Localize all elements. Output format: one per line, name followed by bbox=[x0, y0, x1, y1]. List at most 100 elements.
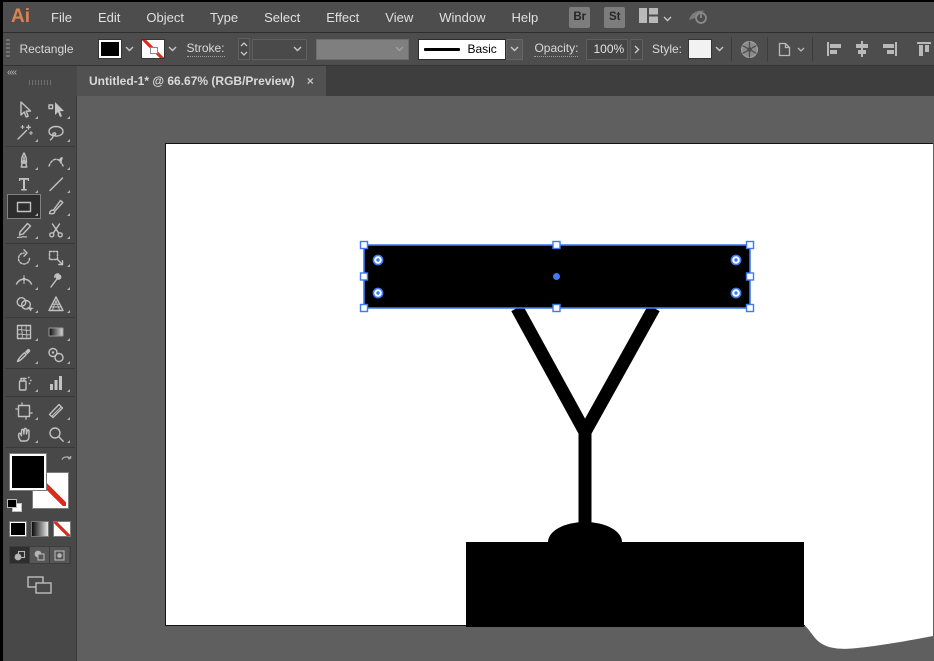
artwork-white-wave[interactable] bbox=[805, 588, 933, 649]
width-tool[interactable] bbox=[8, 269, 40, 292]
scale-tool[interactable] bbox=[40, 246, 72, 269]
paintbrush-tool[interactable] bbox=[40, 195, 72, 218]
mesh-tool[interactable] bbox=[8, 320, 40, 343]
color-button[interactable] bbox=[8, 521, 27, 537]
symbol-sprayer-tool[interactable] bbox=[8, 371, 40, 394]
zoom-tool[interactable] bbox=[40, 422, 72, 445]
brush-dropdown-button[interactable] bbox=[506, 38, 524, 60]
gradient-tool[interactable] bbox=[40, 320, 72, 343]
stroke-color-combo[interactable] bbox=[140, 39, 177, 59]
shaper-tool[interactable] bbox=[8, 218, 40, 241]
draw-normal-button[interactable] bbox=[9, 547, 30, 563]
swap-fill-stroke-icon[interactable] bbox=[60, 454, 73, 472]
selection-handle[interactable] bbox=[359, 272, 369, 281]
separator bbox=[812, 37, 814, 61]
selection-handle[interactable] bbox=[552, 240, 561, 250]
eyedropper-tool[interactable] bbox=[8, 343, 40, 366]
workspace-layout-icon bbox=[639, 8, 659, 26]
gradient-button[interactable] bbox=[30, 521, 49, 537]
recolor-artwork-icon[interactable] bbox=[739, 39, 760, 60]
curvature-tool[interactable] bbox=[40, 149, 72, 172]
document-tab[interactable]: Untitled-1* @ 66.67% (RGB/Preview) × bbox=[77, 66, 326, 96]
menu-file[interactable]: File bbox=[38, 10, 85, 25]
menu-effect[interactable]: Effect bbox=[313, 10, 372, 25]
pen-tool[interactable] bbox=[8, 149, 40, 172]
opacity-panel-button[interactable] bbox=[630, 38, 643, 60]
toolbar-separator bbox=[4, 445, 75, 450]
direct-selection-tool[interactable] bbox=[40, 98, 72, 121]
gpu-performance-icon[interactable] bbox=[686, 6, 711, 29]
document-tab-bar: «« Untitled-1* @ 66.67% (RGB/Preview) × bbox=[3, 66, 934, 96]
fill-indicator-black[interactable] bbox=[8, 453, 47, 491]
lasso-tool[interactable] bbox=[40, 121, 72, 144]
align-horizontal-center-icon[interactable] bbox=[852, 39, 872, 59]
isolate-object-button[interactable] bbox=[775, 40, 805, 58]
align-right-icon[interactable] bbox=[880, 39, 900, 59]
align-left-icon[interactable] bbox=[824, 39, 844, 59]
workspace-switcher[interactable] bbox=[639, 8, 672, 26]
stroke-weight-stepper[interactable] bbox=[237, 38, 251, 60]
bridge-button[interactable]: Br bbox=[569, 6, 591, 28]
perspective-grid-tool[interactable] bbox=[40, 292, 72, 315]
close-tab-icon[interactable]: × bbox=[307, 74, 314, 88]
graphic-style-swatch[interactable] bbox=[688, 39, 713, 59]
blend-tool[interactable] bbox=[40, 343, 72, 366]
selection-center-point[interactable] bbox=[553, 273, 560, 280]
menu-type[interactable]: Type bbox=[197, 10, 251, 25]
rotate-tool[interactable] bbox=[8, 246, 40, 269]
draw-behind-button[interactable] bbox=[29, 547, 51, 563]
none-button[interactable] bbox=[52, 521, 71, 537]
stroke-weight-dropdown[interactable] bbox=[252, 38, 307, 60]
fill-swatch[interactable] bbox=[97, 39, 122, 59]
menu-help[interactable]: Help bbox=[498, 10, 551, 25]
selection-handle[interactable] bbox=[745, 240, 755, 250]
artboard-tool[interactable] bbox=[8, 399, 40, 422]
hand-tool[interactable] bbox=[8, 422, 40, 445]
slice-tool[interactable] bbox=[40, 399, 72, 422]
change-screen-mode-icon[interactable] bbox=[26, 576, 53, 600]
magic-wand-tool[interactable] bbox=[8, 121, 40, 144]
line-segment-tool[interactable] bbox=[40, 172, 72, 195]
drawing-modes bbox=[8, 546, 71, 564]
opacity-input[interactable]: 100% bbox=[586, 38, 629, 60]
artwork-y-stand[interactable] bbox=[511, 304, 660, 524]
menu-view[interactable]: View bbox=[372, 10, 426, 25]
fill-color-combo[interactable] bbox=[97, 39, 134, 59]
canvas-pasteboard[interactable] bbox=[77, 96, 934, 661]
brush-definition-combo[interactable]: Basic bbox=[418, 38, 524, 60]
selection-handle[interactable] bbox=[745, 303, 755, 313]
color-mode-row bbox=[8, 521, 71, 537]
draw-inside-button[interactable] bbox=[50, 547, 70, 563]
stroke-none-swatch[interactable] bbox=[140, 39, 165, 59]
stroke-weight-label[interactable]: Stroke: bbox=[186, 41, 225, 57]
scissors-tool[interactable] bbox=[40, 218, 72, 241]
column-graph-tool[interactable] bbox=[40, 371, 72, 394]
menu-edit[interactable]: Edit bbox=[85, 10, 133, 25]
rectangle-tool[interactable] bbox=[6, 194, 41, 219]
separator bbox=[731, 37, 733, 61]
stock-button[interactable]: St bbox=[604, 6, 626, 28]
control-bar-grip[interactable] bbox=[6, 39, 11, 59]
selection-handle[interactable] bbox=[745, 272, 755, 281]
app-logo-icon: Ai bbox=[11, 6, 30, 27]
menu-select[interactable]: Select bbox=[251, 10, 313, 25]
puppet-warp-tool[interactable] bbox=[40, 269, 72, 292]
shape-builder-tool[interactable] bbox=[8, 292, 40, 315]
brush-preview[interactable]: Basic bbox=[418, 38, 507, 60]
toolbar-grip[interactable] bbox=[29, 80, 51, 85]
selection-handle[interactable] bbox=[359, 240, 369, 250]
collapse-panel-icon[interactable]: «« bbox=[7, 67, 17, 78]
default-fill-stroke-icon[interactable] bbox=[6, 499, 22, 512]
tools-panel bbox=[3, 96, 77, 661]
type-tool[interactable] bbox=[8, 172, 40, 195]
graphic-style-combo[interactable] bbox=[688, 39, 724, 59]
selection-handle[interactable] bbox=[552, 303, 561, 313]
selection-handle[interactable] bbox=[359, 303, 369, 313]
selection-tool[interactable] bbox=[8, 98, 40, 121]
opacity-label[interactable]: Opacity: bbox=[534, 41, 579, 57]
align-vertical-top-icon[interactable] bbox=[914, 39, 934, 59]
artwork-base-rectangle[interactable] bbox=[466, 542, 804, 627]
menu-object[interactable]: Object bbox=[133, 10, 197, 25]
menu-window[interactable]: Window bbox=[426, 10, 498, 25]
artwork-dome[interactable] bbox=[548, 522, 622, 542]
